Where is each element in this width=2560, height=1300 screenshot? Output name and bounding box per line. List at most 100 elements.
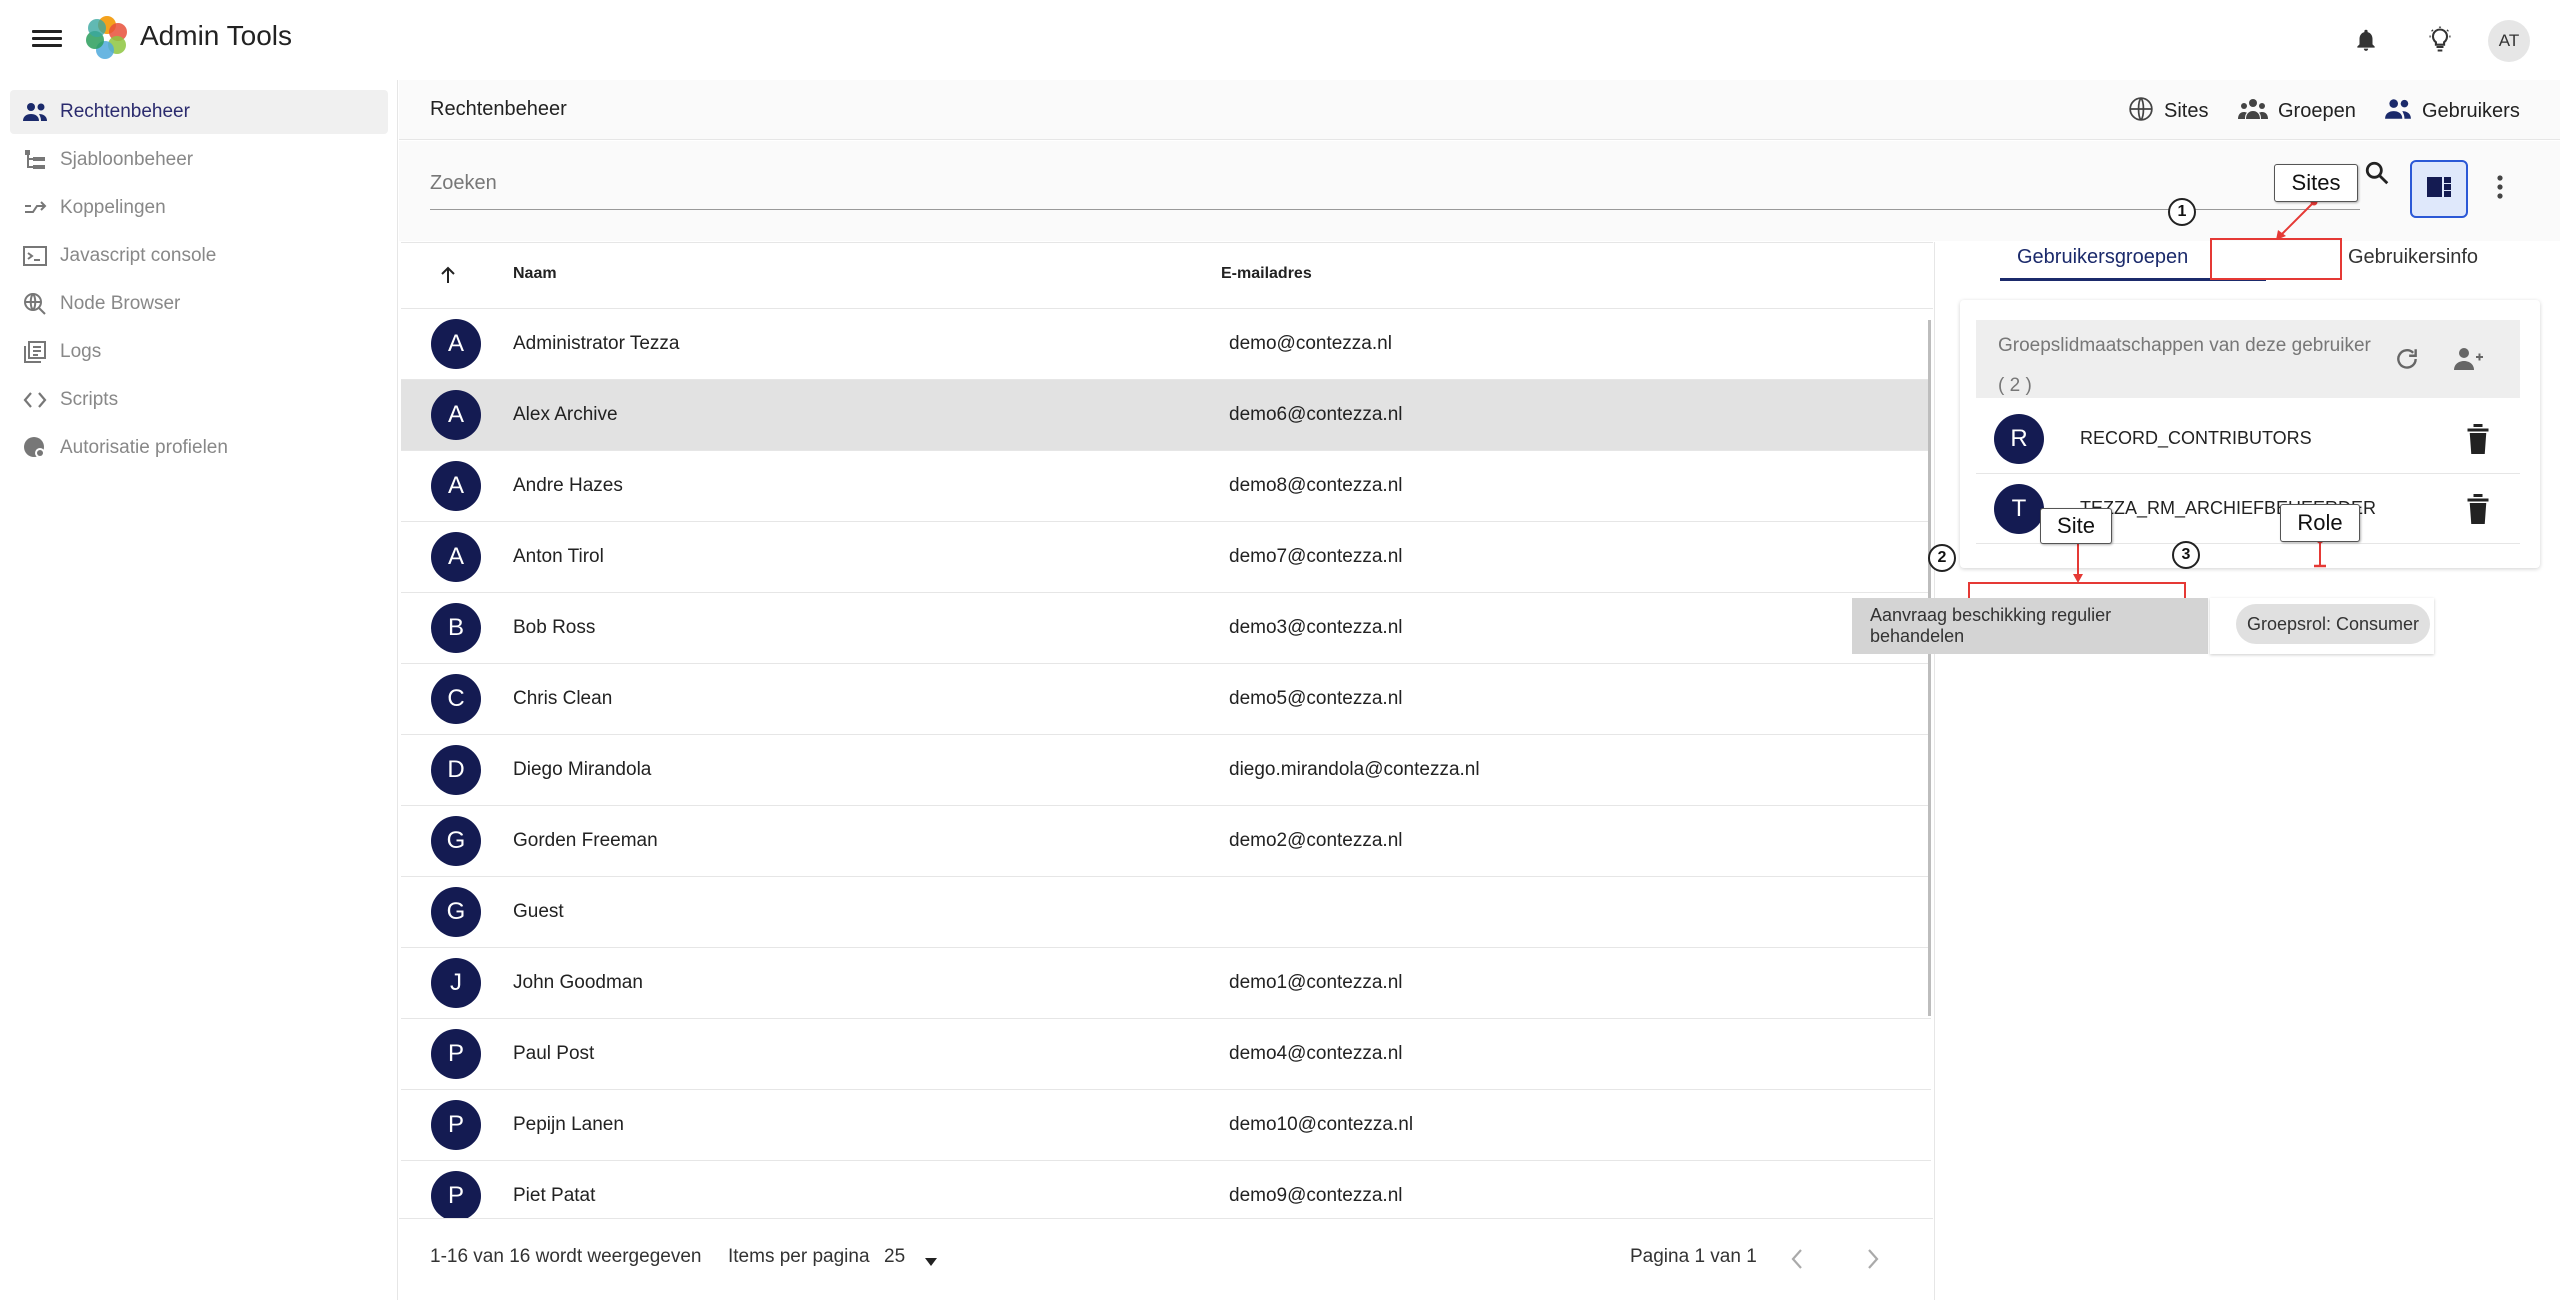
- table-scrollbar[interactable]: [1928, 320, 1931, 1016]
- sidebar-item-logs[interactable]: Logs: [10, 330, 388, 374]
- lightbulb-icon[interactable]: [2422, 22, 2458, 58]
- avatar: D: [431, 745, 481, 795]
- group-name: RECORD_CONTRIBUTORS: [2080, 428, 2312, 448]
- sort-arrow-up-icon[interactable]: [439, 265, 457, 290]
- user-name: John Goodman: [513, 972, 643, 993]
- table-row[interactable]: A Administrator Tezza demo@contezza.nl: [401, 309, 1931, 380]
- users-table: Naam E-mailadres A Administrator Tezza dem…: [401, 242, 1933, 1218]
- avatar: P: [431, 1100, 481, 1150]
- dashboard-layout-icon: [2426, 175, 2452, 204]
- user-email: demo7@contezza.nl: [1229, 546, 1403, 567]
- table-row[interactable]: J John Goodman demo1@contezza.nl: [401, 948, 1931, 1019]
- table-row[interactable]: B Bob Ross demo3@contezza.nl: [401, 593, 1931, 664]
- avatar: B: [431, 603, 481, 653]
- avatar: A: [431, 532, 481, 582]
- search-icon[interactable]: [2364, 160, 2390, 191]
- pagination-range: 1-16 van 16 wordt weergegeven: [430, 1246, 702, 1267]
- table-row[interactable]: G Guest: [401, 877, 1931, 948]
- avatar: P: [431, 1171, 481, 1218]
- user-name: Chris Clean: [513, 688, 613, 709]
- user-email: diego.mirandola@contezza.nl: [1229, 759, 1480, 780]
- settings-globe-icon: [20, 433, 50, 463]
- bell-icon[interactable]: [2348, 22, 2384, 58]
- sidebar-item-koppelingen[interactable]: Koppelingen: [10, 186, 388, 230]
- users-link[interactable]: Gebruikers: [2384, 96, 2520, 126]
- site-tooltip: Aanvraag beschikking regulier behandelen: [1852, 598, 2208, 654]
- table-row[interactable]: P Paul Post demo4@contezza.nl: [401, 1019, 1931, 1090]
- tab-gebruikersinfo[interactable]: Gebruikersinfo: [2348, 246, 2478, 269]
- tab-gebruikersgroepen[interactable]: Gebruikersgroepen: [2017, 246, 2188, 269]
- card-title: Groepslidmaatschappen van deze gebruiker…: [1998, 335, 2371, 396]
- next-page-icon[interactable]: [1866, 1248, 1880, 1275]
- page-title: Rechtenbeheer: [430, 98, 567, 120]
- items-per-page-select[interactable]: 25: [884, 1246, 905, 1268]
- table-row[interactable]: A Alex Archive demo6@contezza.nl: [401, 380, 1931, 451]
- people-icon: [2384, 98, 2412, 125]
- add-user-icon[interactable]: [2452, 346, 2484, 377]
- layout-toggle-button[interactable]: [2410, 160, 2468, 218]
- user-email: demo9@contezza.nl: [1229, 1185, 1403, 1206]
- user-email: demo4@contezza.nl: [1229, 1043, 1403, 1064]
- avatar: R: [1994, 414, 2044, 464]
- user-name: Andre Hazes: [513, 475, 623, 496]
- hamburger-menu-icon[interactable]: [32, 26, 62, 56]
- table-row[interactable]: P Piet Patat demo9@contezza.nl: [401, 1161, 1931, 1218]
- sidebar-item-node-browser[interactable]: Node Browser: [10, 282, 388, 326]
- table-row[interactable]: G Gorden Freeman demo2@contezza.nl: [401, 806, 1931, 877]
- avatar: A: [431, 461, 481, 511]
- group-list-item[interactable]: R RECORD_CONTRIBUTORS: [1976, 404, 2520, 474]
- annotation-number-2: 2: [1928, 544, 1956, 572]
- avatar: T: [1994, 484, 2044, 534]
- avatar: P: [431, 1029, 481, 1079]
- sidebar-item-javascript-console[interactable]: Javascript console: [10, 234, 388, 278]
- column-header-email[interactable]: E-mailadres: [1221, 265, 1312, 283]
- search-input[interactable]: [430, 158, 2360, 210]
- top-bar: [0, 0, 2560, 80]
- refresh-icon[interactable]: [2394, 346, 2420, 377]
- table-header: Naam E-mailadres: [401, 243, 1933, 309]
- user-email: demo1@contezza.nl: [1229, 972, 1403, 993]
- annotation-label-site: Site: [2040, 508, 2112, 544]
- chevron-down-icon[interactable]: [924, 1254, 938, 1272]
- user-name: Piet Patat: [513, 1185, 596, 1206]
- annotation-number-1: 1: [2168, 198, 2196, 226]
- delete-icon[interactable]: [2466, 494, 2490, 524]
- table-row[interactable]: P Pepijn Lanen demo10@contezza.nl: [401, 1090, 1931, 1161]
- user-email: demo3@contezza.nl: [1229, 617, 1403, 638]
- delete-icon[interactable]: [2466, 424, 2490, 454]
- sidebar-item-rechtenbeheer[interactable]: Rechtenbeheer: [10, 90, 388, 134]
- sidebar-item-sjabloonbeheer[interactable]: Sjabloonbeheer: [10, 138, 388, 182]
- table-row[interactable]: A Anton Tirol demo7@contezza.nl: [401, 522, 1931, 593]
- annotation-arrow-sites: [2276, 198, 2318, 240]
- sidebar-item-scripts[interactable]: Scripts: [10, 378, 388, 422]
- user-email: demo5@contezza.nl: [1229, 688, 1403, 709]
- avatar: G: [431, 816, 481, 866]
- column-header-name[interactable]: Naam: [513, 265, 557, 283]
- groups-link[interactable]: Groepen: [2238, 96, 2356, 126]
- user-name: Anton Tirol: [513, 546, 604, 567]
- app-logo: [86, 16, 127, 59]
- annotation-label-sites: Sites: [2274, 164, 2358, 202]
- user-email: demo6@contezza.nl: [1229, 404, 1403, 425]
- people-icon: [20, 97, 50, 127]
- items-per-page-label: Items per pagina: [728, 1246, 870, 1267]
- table-row[interactable]: C Chris Clean demo5@contezza.nl: [401, 664, 1931, 735]
- table-row[interactable]: D Diego Mirandola diego.mirandola@contezza…: [401, 735, 1931, 806]
- sidebar-item-autorisatie-profielen[interactable]: Autorisatie profielen: [10, 426, 388, 470]
- user-avatar[interactable]: AT: [2488, 20, 2530, 62]
- avatar: C: [431, 674, 481, 724]
- table-row[interactable]: A Andre Hazes demo8@contezza.nl: [401, 451, 1931, 522]
- avatar: A: [431, 319, 481, 369]
- globe-icon: [2128, 96, 2154, 127]
- terminal-icon: [20, 241, 50, 271]
- annotation-highlight-sites-tab: [2210, 238, 2342, 280]
- app-title: Admin Tools: [140, 20, 293, 51]
- logs-icon: [20, 337, 50, 367]
- more-vertical-icon[interactable]: [2492, 174, 2508, 205]
- page-indicator: Pagina 1 van 1: [1630, 1246, 1757, 1267]
- previous-page-icon[interactable]: [1790, 1248, 1804, 1275]
- sites-link[interactable]: Sites: [2128, 96, 2208, 126]
- user-email: demo2@contezza.nl: [1229, 830, 1403, 851]
- user-email: demo@contezza.nl: [1229, 333, 1392, 354]
- user-name: Pepijn Lanen: [513, 1114, 624, 1135]
